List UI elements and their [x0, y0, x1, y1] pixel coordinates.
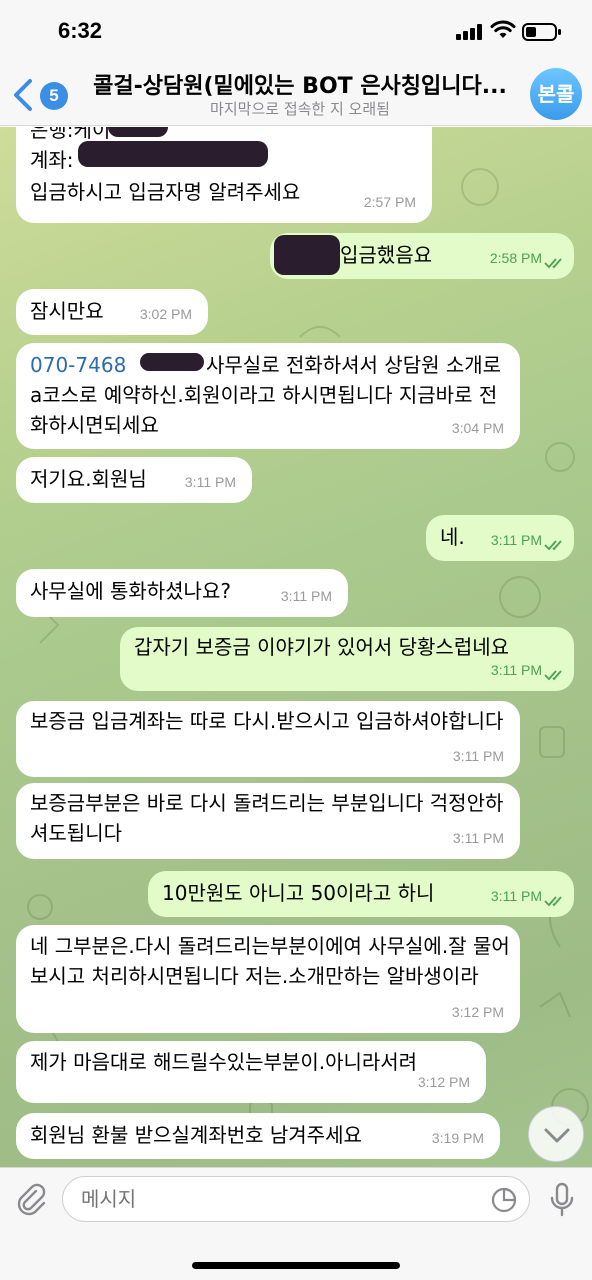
message-bubble-incoming[interactable]: 네 그부분은.다시 돌려드리는부분이에여 사무실에.잘 물어보시고 처리하시면됩…: [16, 925, 520, 1033]
message-bubble-incoming[interactable]: 저기요.회원님 3:11 PM: [16, 457, 252, 503]
message-text: 계좌:: [30, 148, 74, 172]
message-bubble-outgoing[interactable]: 10만원도 아니고 50이라고 하니 3:11 PM: [148, 871, 574, 917]
message-text: 회원님 환불 받으실계좌번호 남겨주세요: [30, 1123, 362, 1147]
message-time: 2:57 PM: [363, 194, 416, 210]
message-text: 저기요.회원님: [30, 467, 147, 491]
status-bar: 6:32: [0, 0, 592, 62]
message-text: 보증금부분은 바로 다시 돌려드리는 부분입니다 걱정안하셔도됩니다: [30, 791, 504, 845]
home-indicator: [192, 1262, 400, 1269]
double-check-icon: [544, 670, 562, 681]
chevron-down-icon: [544, 1128, 570, 1143]
message-bubble-incoming[interactable]: 제가 마음대로 해드릴수있는부분이.아니라서려 3:12 PM: [16, 1041, 486, 1103]
cellular-signal-icon: [456, 24, 484, 40]
message-text: 네.: [440, 525, 465, 549]
message-bubble-outgoing[interactable]: 네. 3:11 PM: [426, 515, 574, 561]
message-time: 3:11 PM: [490, 888, 542, 904]
message-time: 3:19 PM: [431, 1130, 484, 1146]
chat-title[interactable]: 콜걸-상담원(밑에있는 BOT 은사칭입니다...: [80, 68, 520, 100]
message-time: 3:02 PM: [139, 306, 192, 322]
chevron-left-icon: [14, 79, 32, 111]
message-time: 3:04 PM: [451, 420, 504, 436]
back-button[interactable]: 5: [8, 74, 68, 114]
redaction-mark: [274, 235, 340, 275]
microphone-icon[interactable]: [548, 1182, 576, 1218]
message-text: 네 그부분은.다시 돌려드리는부분이에여 사무실에.잘 물어보시고 처리하시면됩…: [30, 934, 510, 988]
message-time: 3:11 PM: [280, 588, 332, 604]
chat-header: 5 콜걸-상담원(밑에있는 BOT 은사칭입니다... 마지막으로 접속한 지 …: [0, 62, 592, 126]
double-check-icon: [544, 258, 562, 269]
wifi-icon: [490, 20, 516, 38]
sticker-icon[interactable]: [490, 1186, 518, 1214]
paperclip-icon[interactable]: [14, 1182, 48, 1216]
unread-badge: 5: [40, 82, 68, 110]
message-text: 제가 마음대로 해드릴수있는부분이.아니라서려: [30, 1050, 418, 1074]
message-bubble-incoming[interactable]: 보증금부분은 바로 다시 돌려드리는 부분입니다 걱정안하셔도됩니다 3:11 …: [16, 783, 520, 859]
message-time: 3:12 PM: [417, 1074, 470, 1090]
chat-subtitle: 마지막으로 접속한 지 오래됨: [210, 100, 390, 118]
message-text: 잠시만요: [30, 299, 104, 323]
redaction-mark: [78, 141, 268, 167]
message-time: 3:11 PM: [490, 662, 542, 678]
message-time: 3:11 PM: [490, 532, 542, 548]
message-bubble-incoming[interactable]: 보증금 입금계좌는 따로 다시.받으시고 입금하셔야합니다 3:11 PM: [16, 701, 520, 777]
message-time: 3:12 PM: [451, 1004, 504, 1020]
message-bubble-incoming[interactable]: 사무실에 통화하셨나요? 3:11 PM: [16, 569, 348, 617]
chat-messages-area[interactable]: 은행:케이 계좌: 입금하시고 입금자명 알려주세요 2:57 PM 입금했음요…: [0, 127, 592, 1167]
message-text: 입금했음요: [340, 243, 432, 267]
scroll-to-bottom-button[interactable]: [528, 1106, 584, 1162]
message-time: 3:11 PM: [184, 474, 236, 490]
message-bubble-incoming[interactable]: 070-7468 사무실로 전화하셔서 상담원 소개로a코스로 예약하신.회원이…: [16, 343, 520, 449]
message-bubble-outgoing[interactable]: 갑자기 보증금 이야기가 있어서 당황스럽네요 3:11 PM: [120, 627, 574, 691]
double-check-icon: [544, 540, 562, 551]
message-time: 2:58 PM: [489, 250, 542, 266]
message-text: 갑자기 보증금 이야기가 있어서 당황스럽네요: [134, 635, 510, 659]
message-text: 보증금 입금계좌는 따로 다시.받으시고 입금하셔야합니다: [30, 709, 504, 733]
status-time: 6:32: [58, 18, 103, 43]
message-text: 입금하시고 입금자명 알려주세요: [30, 180, 301, 204]
message-bubble-incoming[interactable]: 회원님 환불 받으실계좌번호 남겨주세요 3:19 PM: [16, 1113, 500, 1159]
message-time: 3:11 PM: [452, 830, 504, 846]
message-bubble-incoming[interactable]: 은행:케이 계좌: 입금하시고 입금자명 알려주세요 2:57 PM: [16, 127, 432, 223]
message-input[interactable]: [62, 1176, 530, 1222]
message-text: 사무실에 통화하셨나요?: [30, 579, 231, 603]
double-check-icon: [544, 896, 562, 907]
redaction-mark: [108, 127, 168, 137]
message-text: 10만원도 아니고 50이라고 하니: [162, 881, 435, 905]
message-bubble-incoming[interactable]: 잠시만요 3:02 PM: [16, 289, 208, 335]
message-text: 사무실로 전화하셔서 상담원 소개로a코스로 예약하신.회원이라고 하시면됩니다…: [30, 353, 502, 437]
battery-icon: [522, 23, 561, 41]
avatar[interactable]: 본콜: [530, 68, 582, 120]
message-bubble-outgoing[interactable]: 입금했음요 2:58 PM: [270, 233, 574, 279]
message-time: 3:11 PM: [452, 748, 504, 764]
